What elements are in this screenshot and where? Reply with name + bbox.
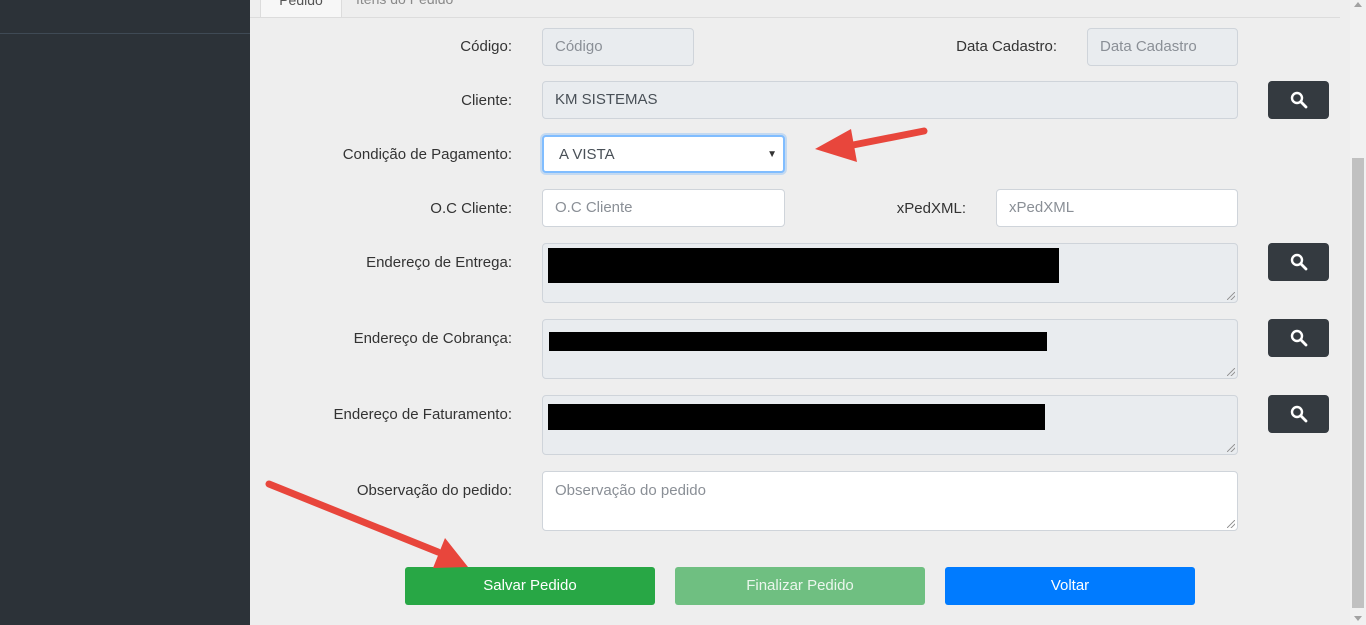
resize-handle[interactable]	[1227, 292, 1235, 300]
redacted-block	[548, 404, 1045, 430]
endereco-entrega-search-button[interactable]	[1268, 243, 1329, 281]
xpedxml-field[interactable]: xPedXML	[996, 189, 1238, 227]
redacted-block	[548, 248, 1059, 283]
save-order-button[interactable]: Salvar Pedido	[405, 567, 655, 605]
resize-handle[interactable]	[1227, 520, 1235, 528]
condicao-pagamento-value: A VISTA	[559, 146, 615, 163]
endereco-faturamento-search-button[interactable]	[1268, 395, 1329, 433]
cliente-field[interactable]: KM SISTEMAS	[542, 81, 1238, 119]
oc-cliente-field[interactable]: O.C Cliente	[542, 189, 785, 227]
data-cadastro-field[interactable]: Data Cadastro	[1087, 28, 1238, 66]
codigo-field[interactable]: Código	[542, 28, 694, 66]
tab-itens-do-pedido[interactable]: Itens do Pedido	[356, 0, 453, 16]
scroll-down-icon[interactable]	[1354, 616, 1362, 621]
observacao-label: Observação do pedido:	[356, 482, 512, 499]
resize-handle[interactable]	[1227, 444, 1235, 452]
tab-bar: Pedido Itens do Pedido	[250, 0, 1340, 18]
xpedxml-label: xPedXML:	[896, 200, 966, 217]
search-icon	[1290, 253, 1308, 271]
resize-handle[interactable]	[1227, 368, 1235, 376]
vertical-scrollbar[interactable]	[1350, 0, 1366, 625]
search-icon	[1290, 91, 1308, 109]
scroll-up-icon[interactable]	[1354, 2, 1362, 7]
endereco-faturamento-textarea[interactable]	[542, 395, 1238, 455]
sidebar	[0, 0, 250, 625]
data-cadastro-label: Data Cadastro:	[956, 38, 1057, 55]
cliente-label: Cliente:	[461, 92, 512, 109]
observacao-placeholder: Observação do pedido	[555, 482, 706, 499]
condicao-pagamento-select[interactable]: A VISTA ▼	[542, 135, 785, 173]
finish-order-button[interactable]: Finalizar Pedido	[675, 567, 925, 605]
observacao-textarea[interactable]: Observação do pedido	[542, 471, 1238, 531]
scrollbar-thumb[interactable]	[1352, 158, 1364, 608]
endereco-faturamento-label: Endereço de Faturamento:	[333, 406, 512, 423]
endereco-cobranca-label: Endereço de Cobrança:	[353, 330, 512, 347]
caret-down-icon: ▼	[767, 149, 777, 160]
cliente-search-button[interactable]	[1268, 81, 1329, 119]
search-icon	[1290, 329, 1308, 347]
tab-pedido[interactable]: Pedido	[260, 0, 342, 17]
back-button[interactable]: Voltar	[945, 567, 1195, 605]
sidebar-divider	[0, 33, 250, 34]
condicao-pagamento-label: Condição de Pagamento:	[342, 146, 512, 163]
endereco-cobranca-search-button[interactable]	[1268, 319, 1329, 357]
search-icon	[1290, 405, 1308, 423]
oc-cliente-label: O.C Cliente:	[430, 200, 512, 217]
endereco-cobranca-textarea[interactable]	[542, 319, 1238, 379]
main-content: Pedido Itens do Pedido Código: Código Da…	[250, 0, 1350, 625]
redacted-block	[549, 332, 1047, 351]
endereco-entrega-label: Endereço de Entrega:	[366, 254, 512, 271]
codigo-label: Código:	[460, 38, 512, 55]
endereco-entrega-textarea[interactable]	[542, 243, 1238, 303]
